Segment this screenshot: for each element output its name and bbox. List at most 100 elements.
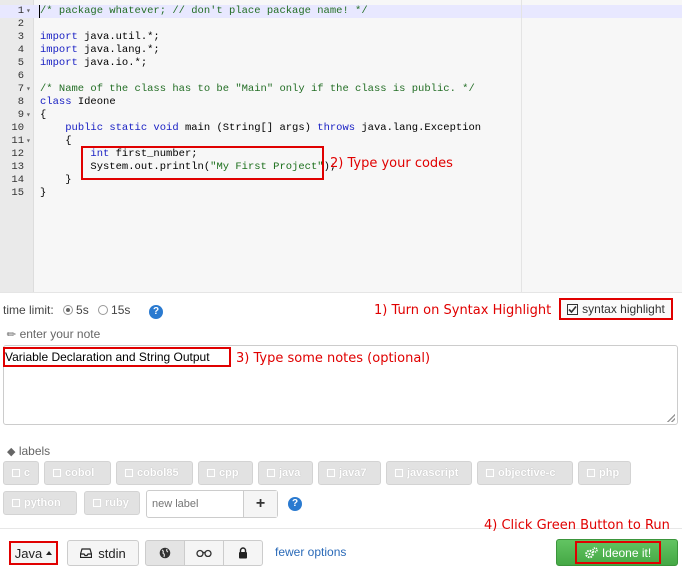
line-number: 14 [11,174,24,186]
code-text: public static void main (String[] args) … [40,122,481,135]
code-line[interactable]: 8 class Ideone [0,96,682,109]
label-tag-java[interactable]: java [258,461,313,485]
code-token: import [40,31,78,43]
code-token: /* package whatever; // don't place pack… [40,5,368,17]
checkbox-icon [12,469,20,477]
label-tag-text: cpp [219,467,239,479]
code-line[interactable]: 7 ▾ /* Name of the class has to be "Main" … [0,83,682,96]
label-tag-text: php [599,467,620,479]
time-limit-help-icon[interactable]: ? [149,305,164,319]
label-tag-text: java [279,467,301,479]
labels-help-icon[interactable]: ? [288,497,302,511]
code-token: } [40,174,72,186]
code-token: throws [317,122,356,134]
time-limit-label: time limit: [3,303,54,317]
tag-icon: ◆ [7,446,16,458]
fold-toggle-icon[interactable]: ▾ [26,109,31,122]
code-text: } [40,187,46,200]
caret-up-icon [46,551,53,555]
code-token: java.io.*; [77,57,148,69]
fold-toggle-icon[interactable]: ▾ [26,83,31,96]
time-limit-row: time limit: 5s 15s ? [3,303,164,319]
inbox-icon [80,548,93,558]
checkbox-icon [53,469,61,477]
resize-grip[interactable] [667,414,675,422]
line-number: 7 [17,83,24,95]
code-token: /* Name of the class has to be "Main" on… [40,83,475,95]
new-label-input[interactable] [147,491,243,517]
note-section-title: ✎ enter your note [4,327,100,343]
label-tag-cobol[interactable]: cobol [44,461,111,485]
gears-icon [585,546,598,558]
syntax-highlight-toggle[interactable]: syntax highlight [559,298,673,320]
label-tag-c[interactable]: c [3,461,39,485]
code-token: { [40,109,47,121]
hidden-visibility-button[interactable] [184,540,224,566]
code-line[interactable]: 2 [0,18,682,31]
fold-toggle-icon[interactable]: ▾ [26,5,31,18]
code-line[interactable]: 10 public static void main (String[] arg… [0,122,682,135]
label-tag-ruby[interactable]: ruby [84,491,140,515]
code-line[interactable]: 5 import java.io.*; [0,57,682,70]
label-tag-text: java7 [339,467,367,479]
code-line[interactable]: 9 ▾ { [0,109,682,122]
run-button-content[interactable]: Ideone it! [575,541,661,564]
code-token: main (String[] args) [178,122,318,134]
annotation-step4: 4) Click Green Button to Run [484,518,670,533]
label-tag-java7[interactable]: java7 [318,461,381,485]
add-label-button[interactable]: + [243,491,277,517]
fewer-options-link[interactable]: fewer options [275,545,346,559]
line-number: 8 [17,96,24,108]
pencil-icon: ✎ [4,327,20,343]
code-token: java.lang.*; [77,44,160,56]
line-number: 2 [17,18,24,30]
code-line[interactable]: 4 import java.lang.*; [0,44,682,57]
code-line[interactable]: 1 ▾ /* package whatever; // don't place pa… [0,5,682,18]
syntax-highlight-label: syntax highlight [582,302,665,316]
radio-15s[interactable] [98,305,109,315]
code-line[interactable]: 3 import java.util.*; [0,31,682,44]
private-visibility-button[interactable] [223,540,263,566]
label-tag-text: javascript [407,467,459,479]
label-tag-javascript[interactable]: javascript [386,461,472,485]
code-text: /* Name of the class has to be "Main" on… [40,83,475,96]
code-token: class [40,96,72,108]
line-number: 1 [17,5,24,17]
label-tag-cpp[interactable]: cpp [198,461,253,485]
lock-icon [239,547,247,559]
radio-5s[interactable] [63,305,74,315]
label-tag-objective-c[interactable]: objective-c [477,461,573,485]
line-number: 9 [17,109,24,121]
code-token: public static void [65,122,179,134]
checkbox-icon [486,469,494,477]
code-text: import java.lang.*; [40,44,160,57]
line-number: 5 [17,57,24,69]
labels-title: labels [18,444,51,458]
stdin-button[interactable]: stdin [67,540,139,566]
label-tag-text: c [23,467,30,479]
radio-15s-label[interactable]: 15s [111,303,130,317]
code-token: java.util.*; [77,31,160,43]
line-number: 4 [17,44,24,56]
checkbox-icon [395,469,403,477]
checkbox-icon [207,469,215,477]
line-number: 11 [11,135,24,147]
checkbox-icon [327,469,335,477]
label-tag-cobol85[interactable]: cobol85 [116,461,193,485]
fold-toggle-icon[interactable]: ▾ [26,135,31,148]
label-tag-python[interactable]: python [3,491,77,515]
code-line[interactable]: 15} [0,187,682,200]
radio-5s-label[interactable]: 5s [76,303,89,317]
code-line[interactable]: 6 [0,70,682,83]
note-highlight-box [3,347,231,367]
code-text: } [40,174,72,187]
checkbox-icon [125,469,133,477]
checkbox-icon [12,499,20,507]
language-select-button[interactable]: Java [9,541,58,565]
public-visibility-button[interactable] [145,540,185,566]
label-tag-php[interactable]: php [578,461,631,485]
run-button-label: Ideone it! [601,545,652,560]
line-number: 12 [11,148,24,160]
stdin-label: stdin [98,545,126,561]
